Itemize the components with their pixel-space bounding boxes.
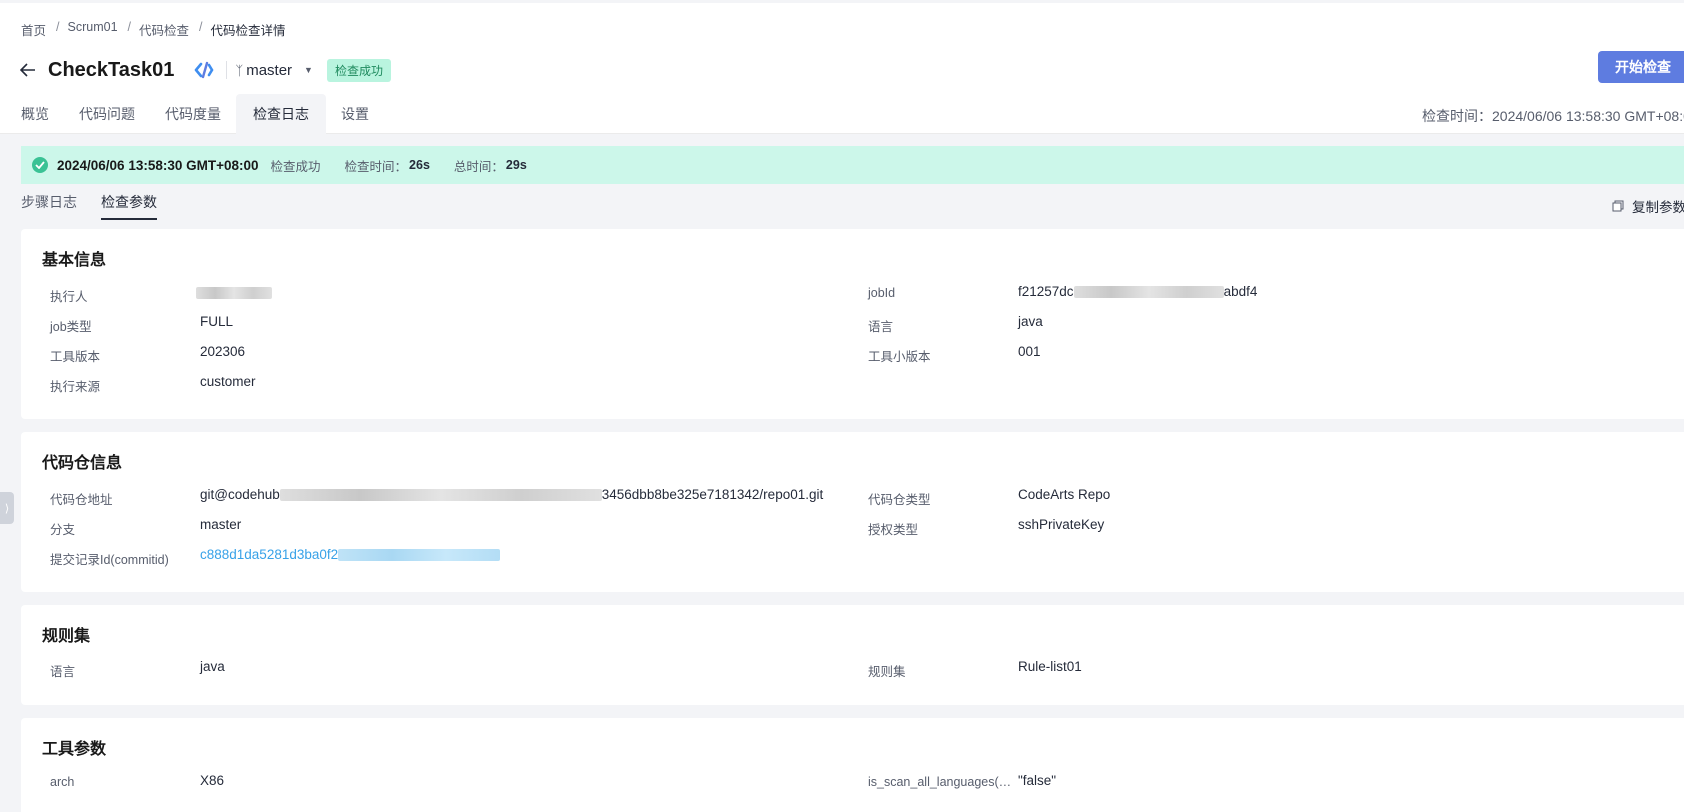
arch-value: X86 — [200, 773, 225, 788]
branch-value: master — [200, 517, 242, 532]
page-title: CheckTask01 — [48, 58, 175, 81]
title-divider — [226, 61, 228, 79]
tab-settings[interactable]: 设置 — [326, 94, 384, 134]
breadcrumb-separator: / — [199, 20, 203, 34]
breadcrumb-separator: / — [56, 20, 60, 34]
check-duration-value: 26s — [409, 158, 430, 172]
copy-params-button[interactable]: 复制参数 — [1612, 196, 1684, 216]
subtab-check-params[interactable]: 检查参数 — [101, 192, 157, 220]
page-header: 首页 / Scrum01 / 代码检查 / 代码检查详情 CheckTask01… — [0, 3, 1684, 134]
language-value: java — [1018, 314, 1043, 329]
arch-label: arch — [50, 775, 75, 789]
check-duration-label: 检查时间： — [344, 159, 408, 174]
job-type-label: job类型 — [50, 320, 92, 334]
repo-info-title: 代码仓信息 — [42, 455, 123, 472]
tool-minor-version-value: 001 — [1018, 344, 1041, 359]
ruleset-card: 规则集 语言 java 规则集 Rule-list01 — [21, 605, 1684, 705]
ruleset-title: 规则集 — [42, 628, 91, 645]
repo-type-value: CodeArts Repo — [1018, 487, 1111, 502]
tab-code-metrics[interactable]: 代码度量 — [150, 94, 236, 134]
tab-check-log[interactable]: 检查日志 — [236, 94, 326, 134]
ruleset-language-value: java — [200, 659, 225, 674]
redacted-commit-id — [338, 549, 501, 562]
branch-label: 分支 — [50, 523, 76, 537]
job-id-label: jobId — [868, 286, 896, 300]
basic-info-title: 基本信息 — [42, 252, 107, 269]
tool-version-label: 工具版本 — [50, 350, 101, 364]
tool-minor-version-label: 工具小版本 — [868, 350, 931, 364]
sidebar-expand-handle[interactable]: ⟩ — [0, 492, 14, 524]
job-type-value: FULL — [200, 314, 234, 329]
scan-all-languages-value: "false" — [1018, 773, 1057, 788]
executor-label: 执行人 — [50, 290, 88, 304]
tool-params-title: 工具参数 — [42, 741, 107, 758]
tool-params-card: 工具参数 arch X86 is_scan_all_languages(… "f… — [21, 718, 1684, 812]
repo-type-label: 代码仓类型 — [868, 493, 931, 507]
executor-value — [196, 285, 272, 300]
commit-id-label: 提交记录Id(commitid) — [50, 553, 169, 567]
repo-info-card: 代码仓信息 代码仓地址 git@codehub 3456dbb8be325e718… — [21, 432, 1684, 592]
log-subtabs: 步骤日志 检查参数 — [21, 192, 181, 220]
language-label: 语言 — [868, 320, 894, 334]
basic-info-card: 基本信息 执行人 job类型 FULL 工具版本 202306 执行来源 cus… — [21, 229, 1684, 419]
breadcrumb-separator: / — [127, 20, 132, 34]
ruleset-name-value: Rule-list01 — [1018, 659, 1082, 674]
breadcrumb-current: 代码检查详情 — [210, 24, 286, 38]
copy-params-label: 复制参数 — [1632, 200, 1684, 215]
codearts-logo-icon — [194, 59, 216, 81]
job-id-prefix: f21257dc — [1018, 284, 1074, 299]
job-id-suffix: abdf4 — [1223, 284, 1258, 299]
repo-address-prefix: git@codehub — [200, 487, 280, 502]
breadcrumb: 首页 / Scrum01 / 代码检查 / 代码检查详情 — [21, 20, 286, 39]
source-value: customer — [200, 374, 256, 389]
result-timestamp: 2024/06/06 13:58:30 GMT+08:00 — [57, 157, 259, 173]
tool-version-value: 202306 — [200, 344, 246, 359]
breadcrumb-home[interactable]: 首页 — [21, 20, 46, 39]
ruleset-name-label: 规则集 — [868, 665, 906, 679]
scan-all-languages-label: is_scan_all_languages(… — [868, 775, 1012, 789]
chevron-right-icon: ⟩ — [4, 502, 10, 515]
commit-id-link[interactable]: c888d1da5281d3ba0f2 — [200, 547, 501, 562]
branch-name: master — [246, 61, 293, 79]
check-result-bar: 2024/06/06 13:58:30 GMT+08:00 检查成功 检查时间：… — [21, 146, 1684, 184]
auth-type-value: sshPrivateKey — [1018, 517, 1105, 532]
auth-type-label: 授权类型 — [868, 523, 919, 537]
subtab-step-log[interactable]: 步骤日志 — [21, 192, 77, 220]
redacted-job-id — [1073, 286, 1224, 299]
total-duration-value: 29s — [505, 158, 527, 172]
total-duration-label: 总时间： — [453, 159, 504, 174]
success-check-icon — [32, 157, 48, 173]
back-arrow-icon[interactable] — [20, 61, 38, 79]
main-tabs: 概览 代码问题 代码度量 检查日志 设置 — [0, 94, 384, 134]
commit-id-prefix: c888d1da5281d3ba0f2 — [200, 547, 339, 562]
status-badge: 检查成功 — [326, 58, 391, 82]
tab-overview[interactable]: 概览 — [0, 94, 64, 134]
ruleset-language-label: 语言 — [50, 665, 76, 679]
git-branch-icon: ᛉ — [235, 62, 244, 78]
copy-icon — [1612, 200, 1624, 212]
start-check-button[interactable]: 开始检查 — [1598, 51, 1684, 83]
breadcrumb-code-check[interactable]: 代码检查 — [139, 20, 189, 39]
tab-code-issues[interactable]: 代码问题 — [64, 94, 150, 134]
title-row: CheckTask01 ᛉ master ▼ 检查成功 — [20, 55, 391, 85]
source-label: 执行来源 — [50, 380, 101, 394]
branch-selector[interactable]: ᛉ master ▼ — [235, 62, 313, 79]
redacted-repo-address — [279, 489, 602, 502]
redacted-executor — [196, 287, 272, 300]
check-time: 检查时间：2024/06/06 13:58:30 GMT+08:00 — [1422, 108, 1684, 124]
repo-address-suffix: 3456dbb8be325e7181342/repo01.git — [601, 487, 824, 502]
result-status: 检查成功 — [270, 159, 321, 174]
repo-address-label: 代码仓地址 — [50, 493, 113, 507]
caret-down-icon: ▼ — [304, 65, 313, 75]
breadcrumb-project[interactable]: Scrum01 — [68, 20, 118, 39]
job-id-value: f21257dc abdf4 — [1018, 284, 1257, 299]
repo-address-value: git@codehub 3456dbb8be325e7181342/repo01.… — [200, 487, 823, 502]
